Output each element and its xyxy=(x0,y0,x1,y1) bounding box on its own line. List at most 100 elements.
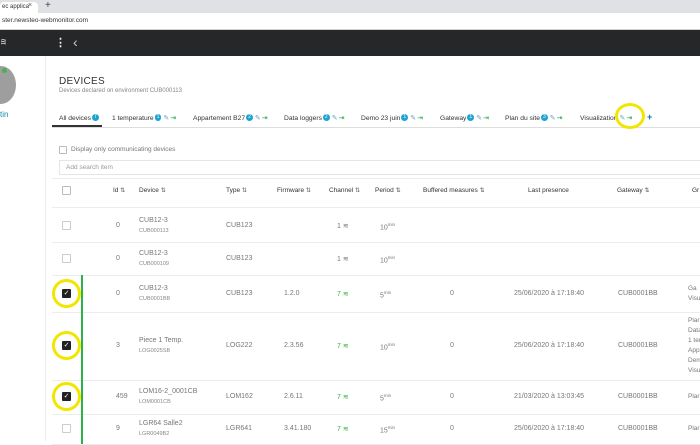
select-all-checkbox[interactable] xyxy=(62,186,71,195)
tab-count-badge: 7 xyxy=(91,114,99,121)
cell-channel: 7 ≋ xyxy=(337,343,349,350)
edit-icon[interactable]: ✎ xyxy=(410,115,416,122)
cell-last-presence: 25/06/2020 à 17:18:40 xyxy=(514,289,585,297)
tab-item[interactable]: Demo 23 juin 1 ✎⇥ xyxy=(361,114,423,122)
only-communicating-checkbox[interactable] xyxy=(59,146,67,154)
col-groups[interactable]: Gr xyxy=(692,187,699,194)
browser-tab[interactable]: ec applica xyxy=(0,2,38,13)
cell-device-name[interactable]: Piece 1 Temp. xyxy=(139,337,183,344)
cell-type: CUB123 xyxy=(226,289,253,297)
tab-item[interactable]: Appartement B27 2 ✎⇥ xyxy=(193,114,268,122)
row-divider xyxy=(52,242,700,243)
col-period[interactable]: Period ⇅ xyxy=(375,187,401,194)
col-id[interactable]: Id ⇅ xyxy=(113,187,125,194)
tab-item[interactable]: 1 temperature 1 ✎⇥ xyxy=(112,114,176,122)
tab-item[interactable]: Plan du site 3 ✎⇥ xyxy=(505,114,562,122)
row-divider xyxy=(52,380,700,381)
tab-count-badge: 1 xyxy=(401,114,409,121)
search-placeholder: Add search item xyxy=(66,164,113,171)
menu-icon[interactable]: ⋮ xyxy=(55,36,66,49)
edit-icon[interactable]: ✎ xyxy=(163,115,169,122)
cell-type: CUB123 xyxy=(226,254,253,262)
signal-icon: ≋ xyxy=(342,255,349,263)
tab-count-badge: 2 xyxy=(246,114,253,121)
export-icon[interactable]: ⇥ xyxy=(262,115,268,122)
cell-type: LGR641 xyxy=(226,425,253,432)
col-type[interactable]: Type ⇅ xyxy=(226,187,247,194)
export-icon[interactable]: ⇥ xyxy=(557,115,563,122)
new-tab-icon[interactable]: + xyxy=(45,0,51,11)
sort-icon: ⇅ xyxy=(305,188,311,194)
only-communicating-label: Display only communicating devices xyxy=(71,146,176,153)
sort-icon: ⇅ xyxy=(120,188,126,194)
cell-type: LOM162 xyxy=(226,393,253,400)
cell-channel: 7 ≋ xyxy=(337,426,349,433)
cell-device-name[interactable]: CUB12-3 xyxy=(139,250,168,257)
user-name[interactable]: tin xyxy=(0,110,8,119)
col-last-presence[interactable]: Last presence xyxy=(528,187,569,194)
cell-period: 10min xyxy=(380,222,396,232)
signal-icon: ≋ xyxy=(342,426,349,433)
active-row-marker xyxy=(81,414,83,444)
tab-label: Demo 23 juin xyxy=(361,115,401,122)
row-checkbox[interactable] xyxy=(62,253,71,263)
sort-icon: ⇅ xyxy=(160,188,166,194)
cell-period: 15min xyxy=(380,425,396,435)
back-icon[interactable]: ‹ xyxy=(73,34,78,50)
export-icon[interactable]: ⇥ xyxy=(170,115,176,122)
cell-device-serial: CUB000113 xyxy=(139,228,169,234)
row-checkbox[interactable] xyxy=(62,424,71,433)
cell-gateway: CUB0001BB xyxy=(618,289,658,297)
edit-icon[interactable]: ✎ xyxy=(476,115,482,122)
cell-period: 10min xyxy=(380,254,396,264)
cell-buffered: 0 xyxy=(450,393,454,400)
export-icon[interactable]: ⇥ xyxy=(339,115,345,122)
cell-type: CUB123 xyxy=(226,222,253,229)
highlight-circle xyxy=(52,382,81,411)
cell-period: 10min xyxy=(380,342,396,352)
add-tab-icon[interactable]: + xyxy=(647,112,652,122)
cell-firmware: 2.3.56 xyxy=(284,342,304,349)
sort-icon: ⇅ xyxy=(241,188,247,194)
tab-item[interactable]: All devices 7 xyxy=(59,114,99,122)
cell-device-serial: LGR0049B2 xyxy=(139,431,170,437)
close-icon[interactable]: × xyxy=(28,2,32,9)
col-gateway[interactable]: Gateway ⇅ xyxy=(617,187,650,194)
tab-item[interactable]: Gateway 1 ✎⇥ xyxy=(440,114,489,122)
col-channel[interactable]: Channel ⇅ xyxy=(329,187,360,194)
tab-count-badge: 1 xyxy=(154,114,162,121)
tab-item[interactable]: Data loggers 2 ✎⇥ xyxy=(284,114,344,122)
cell-device-name[interactable]: LGR64 Salle2 xyxy=(139,420,183,427)
header-divider xyxy=(52,207,700,208)
cell-device-name[interactable]: CUB12-3 xyxy=(139,285,168,292)
cell-groups: Ga Visu xyxy=(688,284,700,302)
export-icon[interactable]: ⇥ xyxy=(417,115,423,122)
sort-icon: ⇅ xyxy=(644,188,650,194)
cell-device-serial: LOG0025SB xyxy=(139,348,171,354)
cell-id: 0 xyxy=(116,222,120,229)
cell-period: 5min xyxy=(380,289,392,299)
cell-device-serial: CUB0001BB xyxy=(139,295,171,302)
edit-icon[interactable]: ✎ xyxy=(550,115,556,122)
cell-channel: 7 ≋ xyxy=(337,290,349,298)
logo-icon: ≋ xyxy=(0,37,6,47)
edit-icon[interactable]: ✎ xyxy=(332,115,338,122)
cell-groups: Plar xyxy=(688,393,700,400)
col-device[interactable]: Device ⇅ xyxy=(139,187,166,194)
cell-device-name[interactable]: LOM16-2_0001CB xyxy=(139,388,197,395)
signal-icon: ≋ xyxy=(342,290,349,298)
col-firmware[interactable]: Firmware ⇅ xyxy=(277,187,311,194)
export-icon[interactable]: ⇥ xyxy=(483,115,489,122)
active-tab-indicator xyxy=(52,125,102,127)
row-checkbox[interactable] xyxy=(62,221,71,230)
col-buffered[interactable]: Buffered measures ⇅ xyxy=(423,187,485,194)
edit-icon[interactable]: ✎ xyxy=(255,115,261,122)
row-divider xyxy=(52,414,700,415)
address-bar[interactable] xyxy=(0,13,700,30)
cell-type: LOG222 xyxy=(226,342,253,349)
url-text[interactable]: ster.newsteo-webmonitor.com xyxy=(2,17,88,24)
cell-id: 459 xyxy=(116,393,128,400)
search-input[interactable] xyxy=(59,160,700,175)
cell-device-name[interactable]: CUB12-3 xyxy=(139,217,168,224)
cell-buffered: 0 xyxy=(450,289,454,297)
